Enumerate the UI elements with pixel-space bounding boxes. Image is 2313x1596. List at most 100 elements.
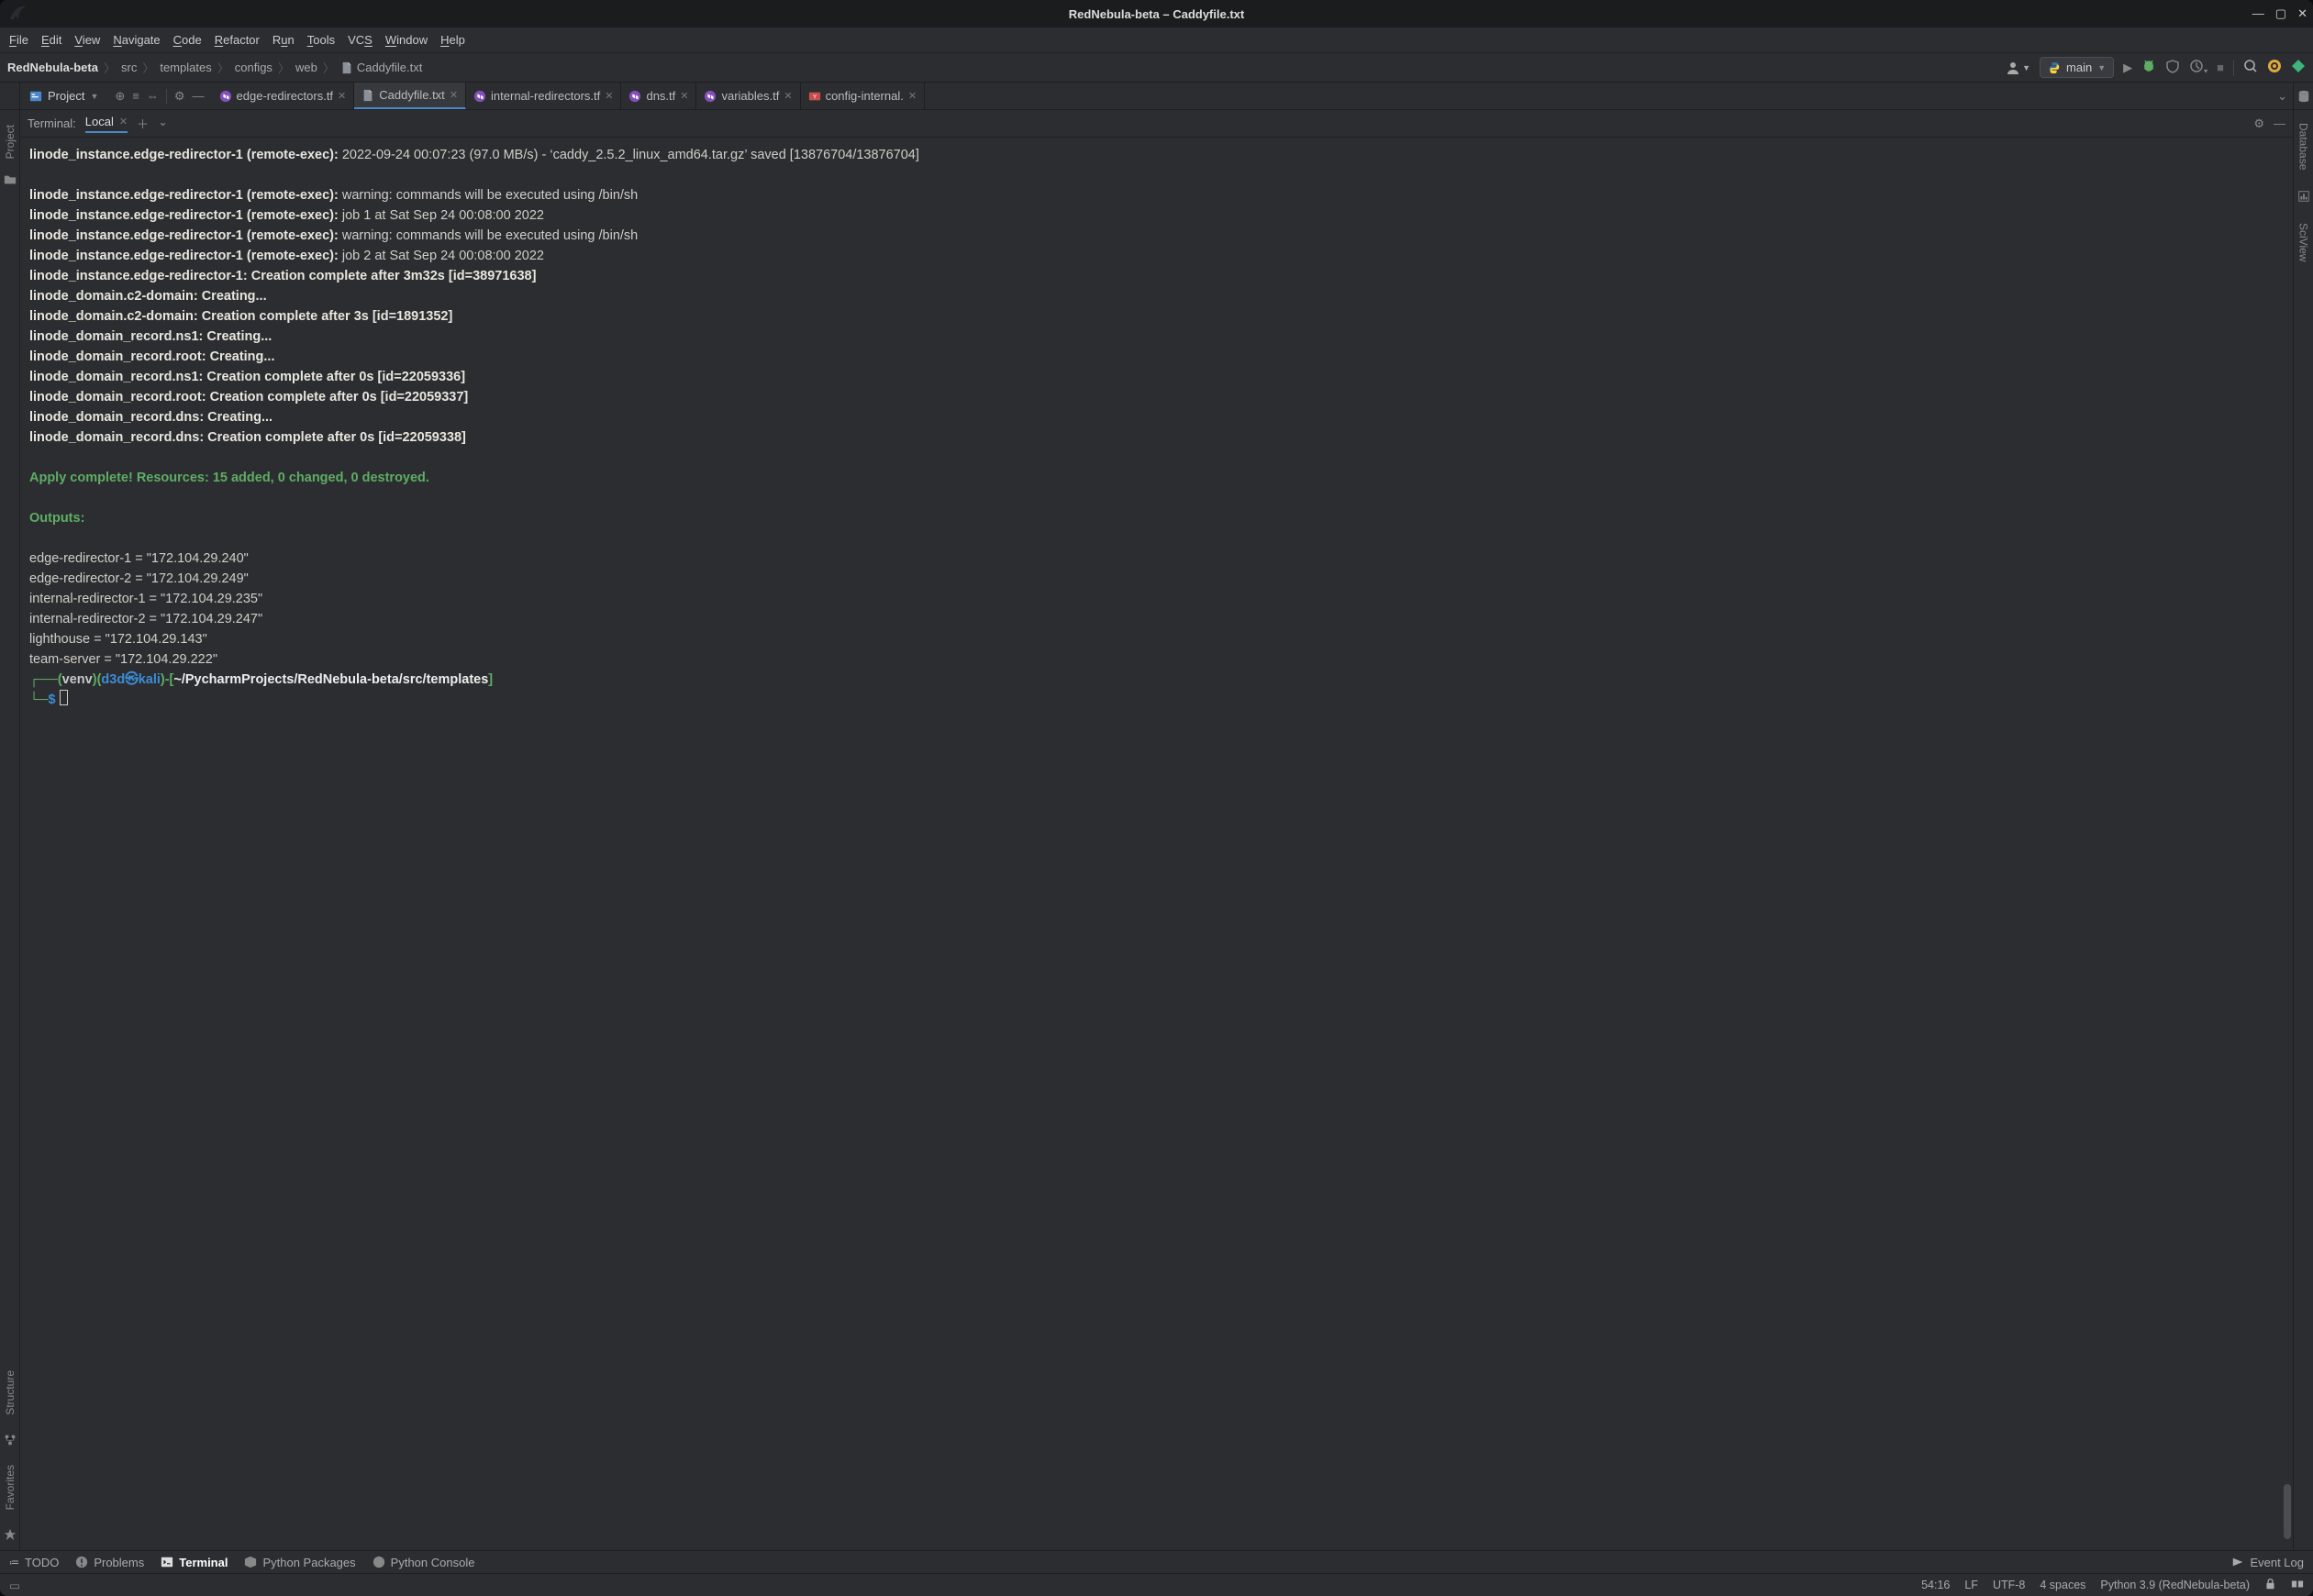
terminal-line — [29, 165, 2284, 185]
menu-view[interactable]: View — [74, 33, 100, 47]
menu-edit[interactable]: Edit — [41, 33, 61, 47]
sciview-tool-tab[interactable]: SciView — [2297, 217, 2310, 267]
hide-tool-icon[interactable]: — — [193, 89, 205, 104]
editor-tab[interactable]: edge-redirectors.tf✕ — [212, 83, 355, 109]
menu-navigate[interactable]: Navigate — [113, 33, 160, 47]
svg-text:Y: Y — [813, 94, 817, 100]
ide-features-icon[interactable] — [2291, 59, 2306, 76]
menu-code[interactable]: Code — [173, 33, 202, 47]
project-tree-toolbar: ⊕ ≡ ⇔ ⚙ — — [115, 89, 204, 104]
project-tool-tab[interactable]: Project — [4, 119, 17, 164]
close-icon[interactable]: ✕ — [784, 90, 792, 102]
terminal-line: linode_domain_record.ns1: Creating... — [29, 327, 2284, 347]
gear-icon[interactable]: ⚙ — [2253, 116, 2264, 131]
profile-button[interactable]: ▾ — [2189, 59, 2207, 76]
window-maximize-icon[interactable]: ▢ — [2275, 6, 2286, 21]
status-caret-pos[interactable]: 54:16 — [1921, 1579, 1950, 1591]
crumb-file[interactable]: Caddyfile.txt — [340, 61, 423, 74]
tab-terminal[interactable]: Terminal — [161, 1556, 228, 1569]
tabs-overflow-icon[interactable]: ⌄ — [2272, 89, 2293, 104]
menu-tools[interactable]: Tools — [307, 33, 335, 47]
new-terminal-icon[interactable]: ＋ — [137, 115, 149, 132]
structure-tool-tab[interactable]: Structure — [4, 1365, 17, 1421]
event-log-icon — [2231, 1556, 2244, 1568]
terminal-prompt: ┌──(venv)(d3d㉿kali)-[~/PycharmProjects/R… — [29, 670, 2284, 690]
lock-icon[interactable] — [2264, 1578, 2276, 1592]
terminal-header: Terminal: Local ✕ ＋ ⌄ ⚙ — — [20, 110, 2293, 138]
star-icon[interactable] — [4, 1528, 17, 1541]
crumb-configs[interactable]: configs — [235, 61, 272, 74]
expand-all-icon[interactable]: ≡ — [132, 89, 139, 104]
sciview-icon[interactable] — [2297, 190, 2310, 203]
crumb-src[interactable]: src — [121, 61, 137, 74]
editor-tab[interactable]: Yconfig-internal.✕ — [801, 83, 926, 109]
window-minimize-icon[interactable]: — — [2252, 6, 2264, 21]
window-close-icon[interactable]: ✕ — [2297, 6, 2307, 21]
tab-problems[interactable]: Problems — [75, 1556, 144, 1569]
tab-todo-label: TODO — [25, 1556, 59, 1569]
terminal-prompt[interactable]: └─$ — [29, 690, 2284, 710]
sync-icon[interactable] — [2267, 59, 2282, 76]
status-line-sep[interactable]: LF — [1964, 1579, 1978, 1591]
structure-icon[interactable] — [4, 1434, 17, 1446]
editor-tab[interactable]: variables.tf✕ — [696, 83, 800, 109]
folder-icon[interactable] — [4, 173, 17, 186]
crumb-root[interactable]: RedNebula-beta — [7, 61, 98, 74]
gear-icon[interactable]: ⚙ — [174, 89, 185, 104]
favorites-tool-tab[interactable]: Favorites — [4, 1459, 17, 1515]
menu-refactor[interactable]: Refactor — [215, 33, 260, 47]
hide-tool-icon[interactable]: — — [2274, 116, 2285, 131]
database-icon[interactable] — [2297, 90, 2310, 103]
close-icon[interactable]: ✕ — [908, 90, 917, 102]
locate-file-icon[interactable]: ⊕ — [115, 89, 125, 104]
stop-button[interactable]: ■ — [2217, 61, 2224, 74]
user-menu-button[interactable]: ▼ — [2006, 61, 2030, 75]
terminal-line: linode_domain.c2-domain: Creation comple… — [29, 306, 2284, 327]
status-left-icon[interactable]: ▭ — [9, 1579, 20, 1592]
scrollbar-thumb[interactable] — [2284, 1484, 2291, 1539]
editor-tabs: edge-redirectors.tf✕Caddyfile.txt✕intern… — [212, 83, 2273, 109]
run-config-selector[interactable]: main ▼ — [2040, 57, 2114, 78]
editor-tab[interactable]: dns.tf ✕ — [621, 83, 696, 109]
status-encoding[interactable]: UTF-8 — [1993, 1579, 2025, 1591]
database-tool-tab[interactable]: Database — [2297, 117, 2310, 175]
terminal-line: Outputs: — [29, 508, 2284, 528]
tab-todo[interactable]: ≔TODO — [9, 1556, 59, 1569]
menu-file[interactable]: File — [9, 33, 28, 47]
text-file-icon — [361, 89, 374, 102]
close-icon[interactable]: ✕ — [605, 90, 613, 102]
status-indent[interactable]: 4 spaces — [2040, 1579, 2085, 1591]
crumb-web[interactable]: web — [295, 61, 317, 74]
menu-vcs[interactable]: VCS — [348, 33, 373, 47]
close-icon[interactable]: ✕ — [450, 89, 458, 101]
collapse-all-icon[interactable]: ⇔ — [147, 89, 159, 104]
chevron-down-icon: ▼ — [2097, 63, 2106, 72]
search-everywhere-button[interactable] — [2243, 59, 2258, 76]
terminal-output[interactable]: linode_instance.edge-redirector-1 (remot… — [20, 138, 2293, 1550]
close-icon[interactable]: ✕ — [680, 90, 688, 102]
menu-window[interactable]: Window — [385, 33, 428, 47]
status-interpreter[interactable]: Python 3.9 (RedNebula-beta) — [2100, 1579, 2250, 1591]
editor-tab-label: dns.tf — [646, 89, 675, 103]
debug-button[interactable] — [2141, 59, 2156, 76]
editor-tab[interactable]: Caddyfile.txt✕ — [354, 83, 466, 109]
run-button[interactable]: ▶ — [2123, 61, 2132, 75]
status-right-icon[interactable] — [2291, 1578, 2304, 1593]
project-tool-header[interactable]: Project ▼ — [20, 89, 107, 103]
coverage-button[interactable] — [2165, 59, 2180, 76]
terminal-tab-local[interactable]: Local ✕ — [85, 115, 128, 133]
editor-tab-label: internal-redirectors.tf — [491, 89, 600, 103]
editor-tab[interactable]: internal-redirectors.tf ✕ — [466, 83, 621, 109]
menu-run[interactable]: Run — [272, 33, 295, 47]
terminal-line: edge-redirector-1 = "172.104.29.240" — [29, 549, 2284, 569]
close-icon[interactable]: ✕ — [338, 90, 346, 102]
project-tool-label: Project — [48, 89, 84, 103]
menu-help[interactable]: Help — [440, 33, 465, 47]
close-icon[interactable]: ✕ — [119, 116, 128, 127]
text-file-icon — [340, 61, 353, 74]
tab-python-console[interactable]: Python Console — [373, 1556, 475, 1569]
terminal-dropdown-icon[interactable]: ⌄ — [158, 115, 168, 132]
event-log-button[interactable]: Event Log — [2250, 1556, 2304, 1569]
tab-python-packages[interactable]: Python Packages — [244, 1556, 355, 1569]
crumb-templates[interactable]: templates — [160, 61, 211, 74]
